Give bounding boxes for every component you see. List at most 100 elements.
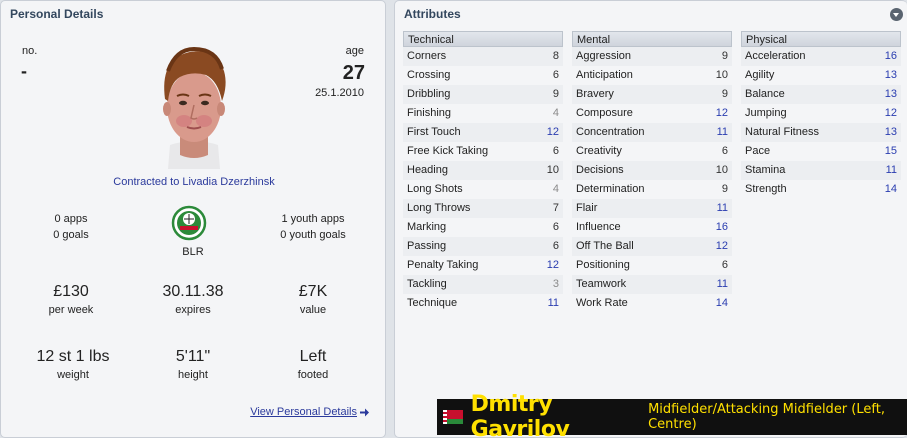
attribute-name: Composure xyxy=(576,107,633,119)
attribute-name: Free Kick Taking xyxy=(407,145,489,157)
technical-heading: Technical xyxy=(403,31,563,47)
player-position: Midfielder/Attacking Midfielder (Left, C… xyxy=(648,402,885,432)
attribute-row[interactable]: Influence 16 xyxy=(572,218,732,237)
attribute-row[interactable]: Determination 9 xyxy=(572,180,732,199)
attribute-value: 10 xyxy=(546,164,559,176)
attribute-name: Corners xyxy=(407,50,447,62)
attribute-name: Long Throws xyxy=(407,202,471,214)
attribute-row[interactable]: Decisions 10 xyxy=(572,161,732,180)
attribute-row[interactable]: Long Throws 7 xyxy=(403,199,563,218)
attribute-name: Teamwork xyxy=(576,278,627,290)
attribute-value: 10 xyxy=(715,69,728,81)
youth-apps-count: 1 youth apps xyxy=(281,213,345,225)
contract-club-link[interactable]: Contracted to Livadia Dzerzhinsk xyxy=(1,176,387,188)
attribute-row[interactable]: Work Rate 14 xyxy=(572,294,732,313)
attribute-value: 16 xyxy=(884,50,897,62)
player-name: Dmitry Gavrilov xyxy=(470,392,570,438)
attribute-row[interactable]: Natural Fitness 13 xyxy=(741,123,901,142)
attribute-row[interactable]: Pace 15 xyxy=(741,142,901,161)
attribute-row[interactable]: Jumping 12 xyxy=(741,104,901,123)
attribute-value: 7 xyxy=(552,202,559,214)
attribute-value: 6 xyxy=(721,259,728,271)
attribute-value: 11 xyxy=(716,126,728,138)
attribute-row[interactable]: Composure 12 xyxy=(572,104,732,123)
no-label: no. xyxy=(22,45,38,57)
attribute-value: 13 xyxy=(884,88,897,100)
attribute-row[interactable]: Long Shots 4 xyxy=(403,180,563,199)
attribute-name: Marking xyxy=(407,221,447,233)
attribute-row[interactable]: Crossing 6 xyxy=(403,66,563,85)
panel-title-attributes: Attributes xyxy=(404,7,461,21)
attribute-row[interactable]: Penalty Taking 12 xyxy=(403,256,563,275)
arrow-right-icon xyxy=(360,408,369,416)
attribute-value: 15 xyxy=(884,145,897,157)
attribute-name: Balance xyxy=(745,88,785,100)
attribute-row[interactable]: Stamina 11 xyxy=(741,161,901,180)
value-label: value xyxy=(299,304,327,316)
attribute-value: 11 xyxy=(885,164,897,176)
attribute-row[interactable]: Teamwork 11 xyxy=(572,275,732,294)
attribute-name: Jumping xyxy=(745,107,787,119)
player-face-image xyxy=(163,46,226,169)
mental-list: Aggression 9 Anticipation 10 Bravery 9 Composu… xyxy=(572,47,732,313)
attribute-value: 12 xyxy=(546,259,559,271)
attribute-row[interactable]: Creativity 6 xyxy=(572,142,732,161)
technical-column: Technical Corners 8 Crossing 6 Dribbling 9 Fin… xyxy=(403,31,563,313)
attribute-row[interactable]: Off The Ball 12 xyxy=(572,237,732,256)
attribute-name: Positioning xyxy=(576,259,630,271)
attribute-value: 6 xyxy=(552,240,559,252)
attribute-row[interactable]: Flair 11 xyxy=(572,199,732,218)
panel-title-personal: Personal Details xyxy=(10,7,104,21)
player-name-bar: Dmitry Gavrilov Midfielder/Attacking Mid… xyxy=(437,392,907,438)
attribute-row[interactable]: Heading 10 xyxy=(403,161,563,180)
view-personal-details-label: View Personal Details xyxy=(250,406,357,418)
youth-goals-count: 0 youth goals xyxy=(280,229,346,241)
attribute-row[interactable]: Free Kick Taking 6 xyxy=(403,142,563,161)
attribute-value: 9 xyxy=(721,50,728,62)
attribute-row[interactable]: Balance 13 xyxy=(741,85,901,104)
attribute-row[interactable]: Aggression 9 xyxy=(572,47,732,66)
attribute-value: 6 xyxy=(552,69,559,81)
attribute-name: Decisions xyxy=(576,164,624,176)
belarus-flag-icon xyxy=(443,410,463,424)
attribute-row[interactable]: First Touch 12 xyxy=(403,123,563,142)
attribute-row[interactable]: Corners 8 xyxy=(403,47,563,66)
attribute-value: 6 xyxy=(552,221,559,233)
physical-list: Acceleration 16 Agility 13 Balance 13 Jumping 1… xyxy=(741,47,901,199)
attribute-row[interactable]: Concentration 11 xyxy=(572,123,732,142)
weight-label: weight xyxy=(57,369,89,381)
attribute-name: Aggression xyxy=(576,50,632,62)
attribute-row[interactable]: Technique 11 xyxy=(403,294,563,313)
chevron-down-icon[interactable] xyxy=(890,8,903,21)
attribute-name: Off The Ball xyxy=(576,240,634,252)
apps-count: 0 apps xyxy=(54,213,88,225)
view-personal-details-link[interactable]: View Personal Details xyxy=(250,406,369,418)
attribute-name: Bravery xyxy=(576,88,614,100)
attribute-row[interactable]: Agility 13 xyxy=(741,66,901,85)
attribute-row[interactable]: Marking 6 xyxy=(403,218,563,237)
attribute-value: 14 xyxy=(884,183,897,195)
attribute-value: 8 xyxy=(552,50,559,62)
attribute-name: Flair xyxy=(576,202,598,214)
attribute-value: 9 xyxy=(721,183,728,195)
attribute-row[interactable]: Passing 6 xyxy=(403,237,563,256)
height-value: 5'11" xyxy=(175,348,211,365)
attribute-row[interactable]: Strength 14 xyxy=(741,180,901,199)
attribute-name: Dribbling xyxy=(407,88,451,100)
attribute-row[interactable]: Finishing 4 xyxy=(403,104,563,123)
attribute-name: Natural Fitness xyxy=(745,126,819,138)
attribute-name: Strength xyxy=(745,183,787,195)
age-value: 27 xyxy=(342,62,365,84)
expires-label: expires xyxy=(175,304,211,316)
attribute-row[interactable]: Positioning 6 xyxy=(572,256,732,275)
attribute-row[interactable]: Bravery 9 xyxy=(572,85,732,104)
attribute-value: 14 xyxy=(715,297,728,309)
goals-count: 0 goals xyxy=(53,229,89,241)
attribute-row[interactable]: Tackling 3 xyxy=(403,275,563,294)
attribute-row[interactable]: Acceleration 16 xyxy=(741,47,901,66)
no-value: - xyxy=(21,61,27,81)
attribute-row[interactable]: Dribbling 9 xyxy=(403,85,563,104)
attribute-row[interactable]: Anticipation 10 xyxy=(572,66,732,85)
attribute-value: 9 xyxy=(721,88,728,100)
attribute-value: 13 xyxy=(884,126,897,138)
